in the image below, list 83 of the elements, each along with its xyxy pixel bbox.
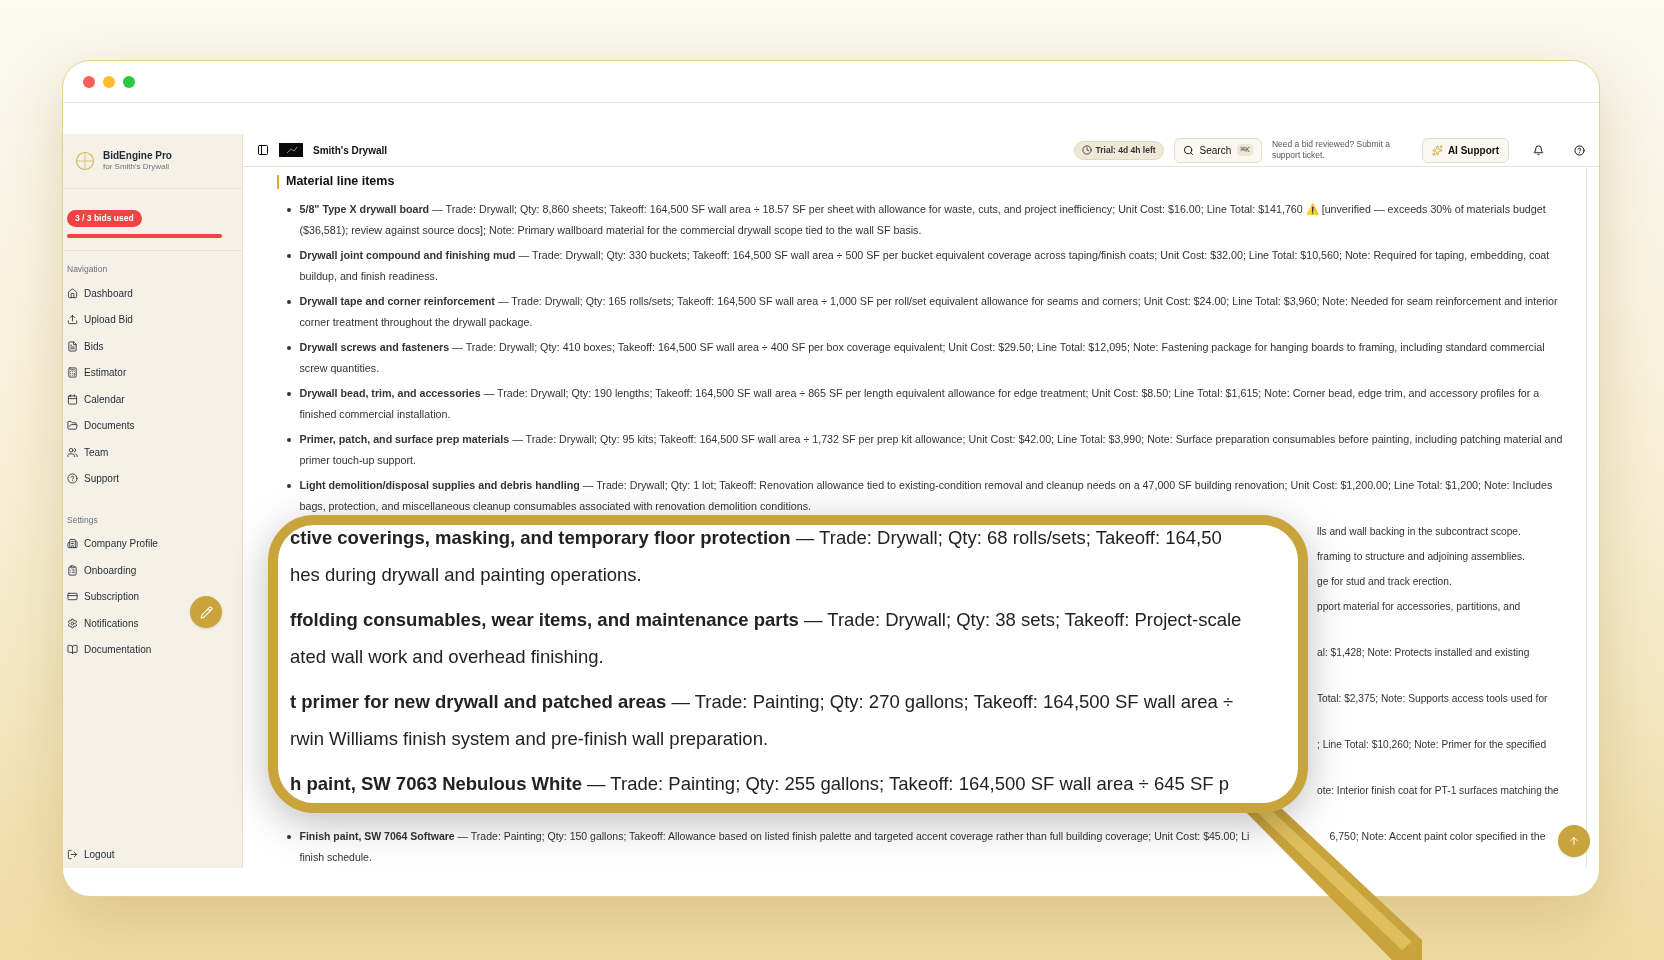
line-item-text: 5/8" Type X drywall board — Trade: Drywall; Qty: 8,860 sheets; Takeoff: 164,500 SF wall area ÷ 18.57 SF per sheet with allowance for waste, cuts, and project inefficiency; Unit Cost: $16.00; Line Total: $141,760 ⚠ [unverified — exceeds 30% of materials budget ($36,581); review against source docs]; Note: Primary wallboard material for the commercial drywall scope tied to the wall SF basis.	[299, 202, 1547, 238]
clipboard-icon	[67, 564, 78, 576]
bullet-icon	[287, 346, 291, 350]
line-item-text: Drywall tape and corner reinforcement — Trade: Drywall; Qty: 165 rolls/sets; Takeoff: 164,500 SF wall area ÷ 1,000 SF per roll/set equivalent allowance for seams and corners; Unit Cost: $24.00; Line Total: $3,960; Note: Needed for seam reinforcement and interior corner treatment throughout the drywall package.	[299, 294, 1559, 330]
help-icon[interactable]	[1574, 144, 1585, 156]
sidebar-toggle-icon[interactable]	[257, 144, 269, 157]
brand-name: BidEngine Pro	[103, 149, 172, 163]
line-item-text: ; Line Total: $10,260; Note: Primer for the specified	[1317, 739, 1547, 750]
line-item-text: lls and wall backing in the subcontract scope.	[1317, 526, 1521, 537]
magnified-text: t primer for new drywall and patched areas — Trade: Painting; Qty: 270 gallons; Takeoff: 164,500 SF wall area ÷	[290, 690, 1235, 714]
ai-support-button[interactable]: AI Support	[1421, 137, 1509, 163]
line-item-text: Light demolition/disposal supplies and debris handling — Trade: Drywall; Qty: 1 lot; Takeoff: Renovation allowance tied to existing-condition removal and cleanup needs on a 47,000 SF building renovation; Unit Cost: $1,200.00; Line Total: $1,200; Note: Includes bags, protection, and miscellaneous cleanup consumables associated with renovation demolition conditions.	[299, 478, 1554, 514]
sidebar-item[interactable]: Dashboard	[63, 279, 242, 307]
line-item-text: pport material for accessories, partitions, and	[1317, 601, 1521, 612]
sidebar-item[interactable]: Documents	[63, 412, 242, 439]
calendar-icon	[67, 393, 78, 405]
sidebar-item[interactable]: Calendar	[63, 385, 242, 413]
sidebar-item[interactable]: Upload Bid	[63, 306, 242, 333]
upload-icon	[67, 314, 78, 325]
magnified-text: hes during drywall and painting operations.	[290, 563, 643, 587]
bullet-icon	[287, 438, 291, 442]
sidebar-item[interactable]: Documentation	[63, 636, 242, 663]
company-name: Smith's Drywall	[313, 143, 388, 158]
calculator-icon	[67, 367, 78, 378]
bullet-icon	[287, 484, 291, 488]
bullet-icon	[287, 208, 291, 212]
settings-icon	[67, 617, 78, 629]
help-icon	[67, 473, 78, 484]
magnified-text: ated wall work and overhead finishing.	[290, 645, 605, 669]
sidebar-item[interactable]: Subscription	[63, 583, 242, 610]
magnified-text: ctive coverings, masking, and temporary floor protection — Trade: Drywall; Qty: 68 rolls/sets; Takeoff: 164,50	[290, 526, 1223, 550]
section-label: Settings	[66, 513, 99, 527]
line-item-text: al: $1,428; Note: Protects installed and existing	[1317, 647, 1530, 658]
magnified-text: rwin Williams finish system and pre-finish wall preparation.	[290, 727, 770, 751]
brand-subtitle: for Smith's Drywall	[103, 162, 170, 173]
search-icon	[1182, 144, 1194, 156]
sidebar-item[interactable]: Bids	[63, 332, 242, 360]
pencil-icon	[199, 605, 213, 619]
building-icon	[67, 538, 78, 550]
bullet-icon	[287, 835, 291, 839]
sidebar-item[interactable]: Support	[63, 465, 242, 492]
bullet-icon	[287, 392, 291, 396]
help-text: Need a bid reviewed? Submit a support ticket.	[1271, 139, 1391, 162]
line-item-text: Drywall bead, trim, and accessories — Trade: Drywall; Qty: 190 lengths; Takeoff: 164,500 SF wall area ÷ 865 SF per length equivalent allowance for edge treatment; Unit Cost: $8.50; Line Total: $1,615; Note: Corner bead, edge trim, and accessory profiles for a finished commercial installation.	[299, 386, 1541, 422]
home-icon	[67, 287, 78, 299]
company-logo-icon	[279, 143, 303, 158]
sidebar-item[interactable]: Estimator	[63, 359, 242, 386]
logout-icon	[67, 849, 78, 860]
notifications-icon[interactable]	[1533, 144, 1544, 156]
credit-card-icon	[67, 591, 78, 603]
arrow-up-icon	[1568, 835, 1580, 847]
sparkle-icon	[1431, 144, 1443, 156]
logout-button[interactable]: Logout	[63, 847, 242, 862]
sidebar-item[interactable]: Onboarding	[63, 557, 242, 584]
section-heading: Material line items	[286, 173, 395, 191]
book-icon	[67, 644, 78, 656]
folder-icon	[67, 420, 78, 431]
line-item-text: ge for stud and track erection.	[1317, 576, 1452, 587]
line-item-text: Primer, patch, and surface prep materials — Trade: Drywall; Qty: 95 kits; Takeoff: 164,500 SF wall area ÷ 1,732 SF per prep kit allowance; Unit Cost: $42.00; Line Total: $3,990; Note: Surface preparation consumables before painting, including patching material and primer touch-up support.	[299, 432, 1564, 468]
bullet-icon	[287, 254, 291, 258]
line-item-text: Drywall screws and fasteners — Trade: Drywall; Qty: 410 boxes; Takeoff: 164,500 SF wall area ÷ 400 SF per box coverage equivalent; Unit Cost: $29.50; Line Total: $12,095; Note: Fastening package for hanging boards to framing, including standard commercial screw quantities.	[299, 340, 1546, 376]
line-item-text: Total: $2,375; Note: Supports access tools used for	[1317, 693, 1548, 704]
search-button[interactable]: Search ⌘K	[1173, 137, 1262, 163]
usage-badge: 3 / 3 bids used	[67, 210, 142, 227]
sidebar-item[interactable]: Notifications	[63, 610, 242, 637]
bullet-icon	[287, 300, 291, 304]
sidebar-item[interactable]: Company Profile	[63, 530, 242, 557]
line-item-text: Drywall joint compound and finishing mud — Trade: Drywall; Qty: 330 buckets; Takeoff: 164,500 SF wall area ÷ 500 SF per bucket equivalent coverage across taping/finish coats; Unit Cost: $32.00; Line Total: $10,560; Note: Required for taping, embedding, coat buildup, and finish readiness.	[299, 248, 1551, 284]
trial-badge: Trial: 4d 4h left	[1073, 140, 1164, 160]
shortcut-key: ⌘K	[1237, 144, 1253, 157]
logo-icon	[75, 151, 95, 171]
document-icon	[67, 340, 78, 352]
line-item-text: framing to structure and adjoining assemblies.	[1317, 551, 1525, 562]
users-icon	[67, 446, 78, 458]
sidebar-item[interactable]: Team	[63, 438, 242, 466]
magnified-text: ffolding consumables, wear items, and maintenance parts — Trade: Drywall; Qty: 38 sets; Takeoff: Project-scale	[290, 608, 1243, 632]
line-item-text: 6,750; Note: Accent paint color specified in the	[1329, 829, 1546, 844]
line-item-text: ote: Interior finish coat for PT-1 surfaces matching the	[1317, 785, 1559, 796]
magnified-text: h paint, SW 7063 Nebulous White — Trade: Painting; Qty: 255 gallons; Takeoff: 164,500 SF wall area ÷ 645 SF p	[290, 772, 1230, 796]
clock-icon	[1081, 145, 1092, 156]
line-item-text: finish schedule.	[299, 850, 373, 865]
line-item-text: Finish paint, SW 7064 Software — Trade: Painting; Qty: 150 gallons; Takeoff: Allowance based on listed finish palette and targeted accent coverage rather than full building coverage; Unit Cost: $45.00; Li	[299, 830, 1250, 842]
section-label: Navigation	[66, 263, 109, 276]
